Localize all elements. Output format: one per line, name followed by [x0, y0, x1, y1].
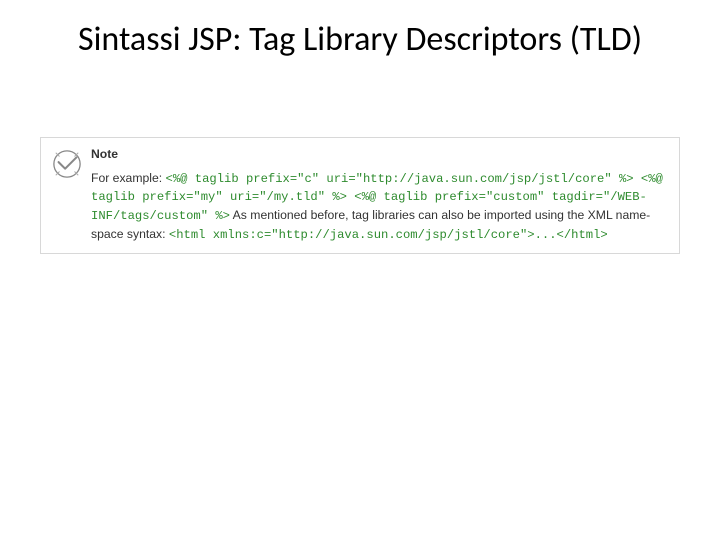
slide-title: Sintassi JSP: Tag Library Descriptors (T… [40, 20, 680, 59]
note-body: For example: <%@ taglib prefix="c" uri="… [91, 171, 663, 241]
note-text-1: For example: [91, 171, 166, 185]
slide: Sintassi JSP: Tag Library Descriptors (T… [0, 0, 720, 540]
note-icon [51, 148, 83, 180]
note-box: Note For example: <%@ taglib prefix="c" … [40, 137, 680, 253]
note-label: Note [91, 146, 669, 164]
note-code-2: <html xmlns:c="http://java.sun.com/jsp/j… [169, 228, 608, 242]
note-content: Note For example: <%@ taglib prefix="c" … [91, 146, 669, 244]
